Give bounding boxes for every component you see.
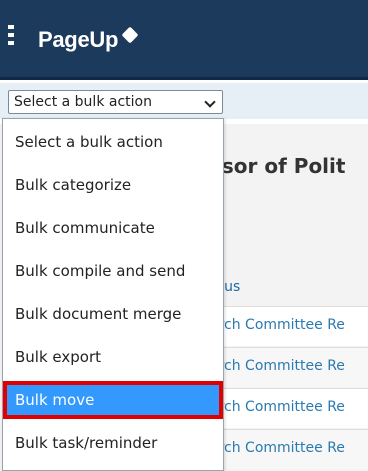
- status-link[interactable]: arch Committee Re: [210, 399, 345, 415]
- pageup-logo[interactable]: PageUp: [38, 26, 139, 54]
- option-bulk-document-merge[interactable]: Bulk document merge: [3, 295, 223, 333]
- top-navigation-bar: PageUp: [0, 0, 368, 80]
- option-bulk-communicate[interactable]: Bulk communicate: [3, 209, 223, 247]
- bulk-action-dropdown-list: Select a bulk action Bulk categorize Bul…: [2, 118, 224, 471]
- table-row: arch Committee Re: [210, 347, 368, 387]
- option-bulk-task-reminder[interactable]: Bulk task/reminder: [3, 424, 223, 462]
- menu-icon[interactable]: [8, 25, 14, 45]
- option-bulk-move[interactable]: Bulk move: [3, 381, 223, 419]
- table-row: arch Committee Re: [210, 388, 368, 428]
- option-select-a-bulk-action[interactable]: Select a bulk action: [3, 123, 223, 161]
- option-bulk-export[interactable]: Bulk export: [3, 338, 223, 376]
- status-link[interactable]: arch Committee Re: [210, 440, 345, 456]
- option-bulk-categorize[interactable]: Bulk categorize: [3, 166, 223, 204]
- menu-icon-bar: [8, 41, 14, 45]
- logo-diamond-icon: [121, 26, 139, 44]
- option-bulk-compile-and-send[interactable]: Bulk compile and send: [3, 252, 223, 290]
- bulk-action-select[interactable]: Select a bulk action: [8, 90, 223, 114]
- page-title: ssor of Polit: [210, 154, 346, 178]
- table-row: arch Committee Re: [210, 429, 368, 469]
- status-link[interactable]: arch Committee Re: [210, 358, 345, 374]
- menu-icon-bar: [8, 33, 14, 37]
- menu-icon-bar: [8, 25, 14, 29]
- table-row: arch Committee Re: [210, 306, 368, 346]
- chevron-down-icon: [204, 96, 216, 108]
- status-link[interactable]: arch Committee Re: [210, 317, 345, 333]
- logo-text: PageUp: [38, 27, 119, 52]
- bulk-action-select-value: Select a bulk action: [14, 94, 152, 110]
